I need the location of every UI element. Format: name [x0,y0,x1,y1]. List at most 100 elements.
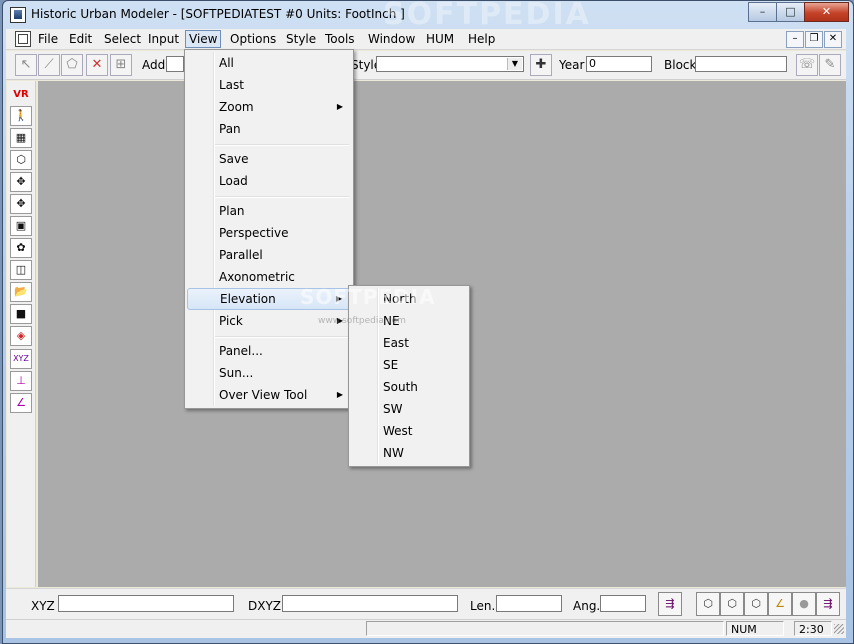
apply-coordinates-icon[interactable]: ⇶ [658,592,682,616]
mdi-restore-button[interactable]: ❐ [805,31,823,48]
close-button[interactable]: ✕ [804,2,849,22]
mdi-close-button[interactable]: ✕ [824,31,842,48]
polygon-tool-icon[interactable]: ⬠ [61,54,83,76]
view-menu-load[interactable]: Load [187,170,351,192]
menu-select[interactable]: Select [101,31,144,47]
elevation-nw[interactable]: NW [351,442,467,464]
xyz-label: XYZ [31,599,55,613]
add-label: Add [142,58,166,72]
move-all-icon[interactable]: ✥ [10,194,32,214]
minimize-button[interactable]: – [748,2,777,22]
ang-field[interactable] [600,595,646,612]
num-lock-indicator: NUM [726,621,784,636]
menu-separator [215,196,349,198]
view-menu-sun[interactable]: Sun... [187,362,351,384]
add-point-tool-icon[interactable]: ⊞ [110,54,132,76]
menu-input[interactable]: Input [145,31,182,47]
block-field[interactable] [695,56,787,72]
menu-tools[interactable]: Tools [322,31,358,47]
save-icon[interactable]: ■ [10,304,32,324]
mdi-minimize-button[interactable]: – [786,31,804,48]
move-icon[interactable]: ✥ [10,172,32,192]
year-field[interactable]: 0 [586,56,652,72]
submenu-arrow-icon: ▶ [336,102,343,111]
add-style-icon[interactable]: ✚ [530,54,552,76]
view-menu: All Last Zoom ▶ Pan Save Load Plan Persp… [184,49,354,409]
polyline-tool-icon[interactable]: ⟋ [38,54,60,76]
view-menu-zoom-label: Zoom [219,100,254,114]
angle-icon[interactable]: ∠ [10,393,32,413]
dxyz-label: DXYZ [248,599,282,613]
menu-options[interactable]: Options [227,31,279,47]
open-folder-icon[interactable]: 📂 [10,282,32,302]
menu-help[interactable]: Help [465,31,498,47]
view-menu-perspective[interactable]: Perspective [187,222,351,244]
submenu-arrow-icon: ▶ [336,390,343,399]
status-message [366,621,724,636]
style-select[interactable]: ▼ [376,56,524,72]
view-cube-side-icon[interactable]: ⬡ [744,592,768,616]
menu-edit[interactable]: Edit [66,31,95,47]
menu-view[interactable]: View [185,30,222,48]
elevation-sw[interactable]: SW [351,398,467,420]
grid-icon[interactable]: ▦ [10,128,32,148]
add-field[interactable] [166,56,184,72]
chevron-down-icon[interactable]: ▼ [507,58,522,70]
view-menu-plan[interactable]: Plan [187,200,351,222]
view-menu-pan[interactable]: Pan [187,118,351,140]
view-menu-all[interactable]: All [187,52,351,74]
ang-label: Ang. [573,599,601,613]
elevation-submenu: North NE East SE South SW West NW [348,285,470,467]
title-watermark: SOFTPEDIA [383,0,591,32]
len-field[interactable] [496,595,562,612]
xyz-query-icon[interactable]: XYZ [10,349,32,369]
canvas-watermark: SOFTPEDIA [300,285,436,309]
walk-icon[interactable]: 🚶 [10,106,32,126]
view-menu-last[interactable]: Last [187,74,351,96]
menu-window[interactable]: Window [365,31,418,47]
elevation-east[interactable]: East [351,332,467,354]
vr-button[interactable]: VR [10,85,32,105]
app-icon[interactable] [10,7,26,23]
menu-style[interactable]: Style [283,31,319,47]
line-tool-icon[interactable]: ✕ [86,54,108,76]
pointer-tool-icon[interactable]: ↖ [15,54,37,76]
tag-icon[interactable]: ◈ [10,326,32,346]
paint-icon[interactable]: ✿ [10,238,32,258]
panel-icon[interactable]: ◫ [10,260,32,280]
sun-angle-icon[interactable]: ∠ [768,592,792,616]
edit-block-icon[interactable]: ✎ [819,54,841,76]
menu-file[interactable]: File [35,31,61,47]
menu-bar: File Edit Select Input View Options Styl… [6,29,846,50]
view-menu-parallel[interactable]: Parallel [187,244,351,266]
len-label: Len. [470,599,496,613]
render-icon[interactable]: ⇶ [816,592,840,616]
caption-buttons: – □ ✕ [748,2,849,22]
elevation-south[interactable]: South [351,376,467,398]
toolbar: ↖ ⟋ ⬠ ✕ ⊞ Add Style ▼ ✚ Year 0 Block ☏ ✎ [6,51,846,80]
menu-hum[interactable]: HUM [423,31,457,47]
lookup-icon[interactable]: ☏ [796,54,818,76]
view-menu-panel[interactable]: Panel... [187,340,351,362]
xyz-field[interactable] [58,595,234,612]
dxyz-field[interactable] [282,595,458,612]
copy-icon[interactable]: ▣ [10,216,32,236]
document-icon[interactable] [15,31,31,47]
application-window: Historic Urban Modeler - [SOFTPEDIATEST … [0,0,854,644]
elevation-se[interactable]: SE [351,354,467,376]
coordinate-bar: XYZ DXYZ Len. Ang. ⇶ ⬡ ⬡ ⬡ ∠ ● ⇶ [6,588,846,619]
elevation-west[interactable]: West [351,420,467,442]
view-menu-save[interactable]: Save [187,148,351,170]
view-cube-icon[interactable]: ⬡ [696,592,720,616]
cube-icon[interactable]: ⬡ [10,150,32,170]
view-cube-top-icon[interactable]: ⬡ [720,592,744,616]
view-menu-zoom[interactable]: Zoom ▶ [187,96,351,118]
title-bar[interactable]: Historic Urban Modeler - [SOFTPEDIATEST … [3,0,853,32]
maximize-button[interactable]: □ [776,2,805,22]
measure-icon[interactable]: ⊥ [10,371,32,391]
light-icon[interactable]: ● [792,592,816,616]
view-menu-over-view-tool[interactable]: Over View Tool ▶ [187,384,351,406]
resize-grip[interactable] [834,624,844,634]
block-label: Block [664,58,697,72]
year-label: Year [559,58,585,72]
